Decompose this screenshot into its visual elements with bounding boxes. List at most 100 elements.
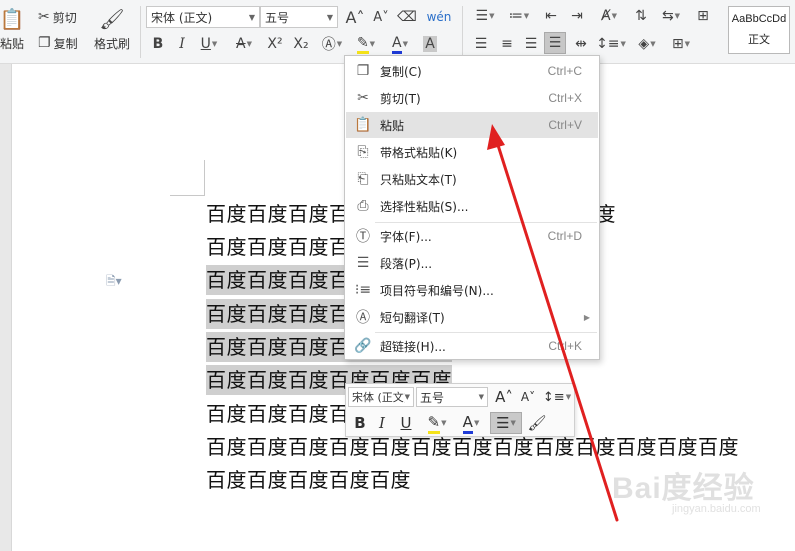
chevron-down-icon: ▼ [248,12,255,22]
mini-font-name-select[interactable]: 宋体 (正文) ▼ [348,387,414,407]
menu-item-label: 短句翻译(T) [380,310,445,325]
line-spacing-button[interactable]: ↕≡ ▼ [596,34,626,54]
menu-item-font[interactable]: Ⓣ 字体(F)... Ctrl+D [346,223,598,249]
paste-button[interactable]: 📋 粘贴 [0,4,24,54]
superscript-button[interactable]: X² [264,34,286,54]
shading-button[interactable]: ◈ ▼ [632,34,662,54]
menu-item-paste-special[interactable]: ⎙ 选择性粘贴(S)... [346,193,598,219]
mini-line-spacing-button[interactable]: ↕≡ ▼ [542,387,572,407]
menu-item-label: 字体(F)... [380,229,432,244]
char-shading-button[interactable]: A [420,34,440,54]
menu-item-label: 只粘贴文本(T) [380,172,457,187]
paragraph-line[interactable]: 百度百度百度百度百度 [206,465,411,495]
format-painter-button[interactable]: 🖌 格式刷 [92,4,132,54]
clear-format-button[interactable]: ⌫ [396,6,418,28]
justify-icon: ☰ [548,35,562,51]
style-preview: AaBbCcDd [731,13,787,25]
mini-font-color-button[interactable]: A ▼ [456,413,486,434]
mini-underline-button[interactable]: U [396,413,416,433]
highlight-button[interactable]: ✎ ▼ [352,34,380,54]
strikethrough-button[interactable]: A ▼ [230,34,258,54]
menu-item-label: 复制(C) [380,64,422,79]
justify-icon: ☰ [496,414,510,432]
copy-label: 复制 [53,36,78,51]
increase-indent-button[interactable]: ⇥ [566,6,588,26]
mini-font-size-select[interactable]: 五号 ▼ [416,387,488,407]
menu-item-paste-keep-format[interactable]: ⎘ 带格式粘贴(K) [346,139,598,165]
underline-button[interactable]: U ▼ [196,34,222,54]
font-name-select[interactable]: 宋体 (正文) ▼ [146,6,260,28]
phonetic-button[interactable]: wén [424,6,454,28]
translate-icon: Ⓐ [356,310,370,326]
sort-icon: ⇅ [635,8,647,24]
borders-icon: ⊞ [671,36,684,52]
shrink-font-button[interactable]: A˅ [370,6,392,28]
mini-bold-button[interactable]: B [350,413,370,433]
mini-italic-button[interactable]: I [372,413,392,433]
menu-item-hyperlink[interactable]: 🔗 超链接(H)... Ctrl+K [346,333,598,359]
copy-button[interactable]: ❐ 复制 [38,34,78,52]
chevron-down-icon: ▼ [441,419,447,427]
menu-item-paste-text-only[interactable]: ⎗ 只粘贴文本(T) [346,166,598,192]
chevron-down-icon: ▼ [211,40,218,48]
shrink-font-icon: A˅ [520,390,536,404]
distributed-align-button[interactable]: ⇹ [570,34,592,54]
sort-button[interactable]: ⇅ [630,6,652,26]
justify-button[interactable]: ☰ [544,32,566,54]
italic-button[interactable]: I [172,34,192,54]
paste-label: 粘贴 [0,36,25,51]
underline-icon: U [200,36,211,52]
font-size-value: 五号 [265,10,290,25]
menu-item-paragraph[interactable]: ☰ 段落(P)... [346,250,598,276]
menu-item-shortcut: Ctrl+C [547,64,582,78]
subscript-button[interactable]: X₂ [290,34,312,54]
document-map-icon[interactable]: 🗎▾ [106,272,122,293]
chevron-down-icon: ▼ [523,12,530,20]
mini-format-painter-button[interactable]: 🖌 [526,413,548,433]
brush-icon: 🖌 [99,6,125,31]
mini-shrink-font-button[interactable]: A˅ [518,387,538,407]
outdent-icon: ⇤ [545,8,557,24]
mini-highlight-button[interactable]: ✎ ▼ [422,413,452,434]
mini-grow-font-button[interactable]: A˄ [494,387,514,407]
bold-button[interactable]: B [148,34,168,54]
grow-font-icon: A˄ [495,388,513,406]
mini-justify-button[interactable]: ☰ ▼ [490,412,522,434]
align-right-button[interactable]: ☰ [520,34,542,54]
style-name: 正文 [748,33,770,46]
font-color-button[interactable]: A ▼ [386,34,414,54]
menu-item-bullets-numbering[interactable]: ⁝≡ 项目符号和编号(N)... [346,277,598,303]
submenu-arrow-icon: ▶ [583,312,590,322]
grow-font-button[interactable]: A˄ [344,6,366,28]
chevron-down-icon: ▼ [611,12,617,20]
table-grid-icon: ⊞ [697,8,709,24]
show-marks-button[interactable]: ⊞ [692,6,714,26]
distribute-icon: ⇆ [661,8,674,24]
cut-button[interactable]: ✂ 剪切 [38,8,77,26]
align-left-button[interactable]: ☰ [470,34,492,54]
menu-item-translate[interactable]: Ⓐ 短句翻译(T) ▶ [346,304,598,330]
indent-icon: ⇥ [571,8,583,24]
bullets-button[interactable]: ☰ ▼ [470,6,500,26]
text-effect-button[interactable]: Ⓐ ▼ [318,34,346,54]
style-normal[interactable]: AaBbCcDd 正文 [728,6,790,54]
bold-icon: B [152,36,164,52]
menu-item-cut[interactable]: ✂ 剪切(T) Ctrl+X [346,85,598,111]
ribbon-divider [140,6,141,58]
menu-item-paste[interactable]: 📋 粘贴 Ctrl+V [346,112,598,138]
chevron-down-icon: ▼ [404,393,410,401]
numbering-button[interactable]: ≔ ▼ [504,6,534,26]
line-spacing-icon: ↕≡ [542,389,565,405]
distribute-button[interactable]: ⇆ ▼ [656,6,686,26]
eraser-icon: ⌫ [397,9,417,25]
menu-item-copy[interactable]: ❐ 复制(C) Ctrl+C [346,58,598,84]
paste-icon: 📋 [0,6,25,31]
context-menu: ❐ 复制(C) Ctrl+C ✂ 剪切(T) Ctrl+X 📋 粘贴 Ctrl+… [344,55,600,360]
text-direction-button[interactable]: Ⱥ ▼ [594,6,624,26]
numbered-list-icon: ≔ [508,8,523,24]
borders-button[interactable]: ⊞ ▼ [666,34,696,54]
align-center-button[interactable]: ≡ [496,34,518,54]
chevron-down-icon: ▼ [369,40,376,48]
font-size-select[interactable]: 五号 ▼ [260,6,338,28]
decrease-indent-button[interactable]: ⇤ [540,6,562,26]
